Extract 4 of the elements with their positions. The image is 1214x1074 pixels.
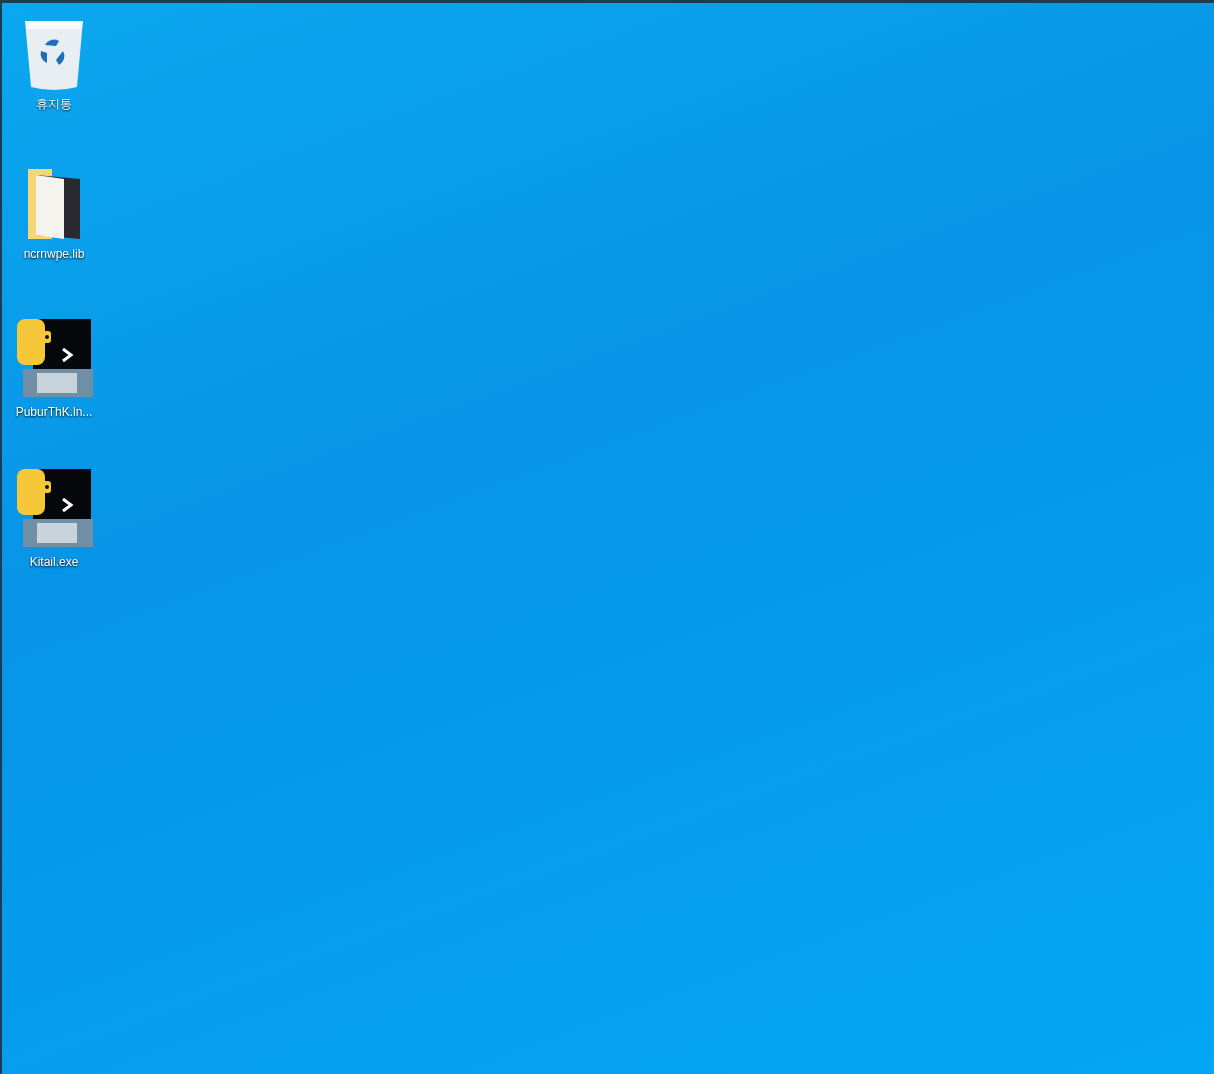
desktop-icon-label[interactable]: 휴지통 [36, 95, 72, 113]
desktop-icon-label[interactable]: PuburThK.ln... [15, 403, 93, 421]
desktop-icon-label[interactable]: Kitail.exe [29, 553, 79, 571]
desktop-icon-label[interactable]: ncrnwpe.lib [23, 245, 85, 263]
